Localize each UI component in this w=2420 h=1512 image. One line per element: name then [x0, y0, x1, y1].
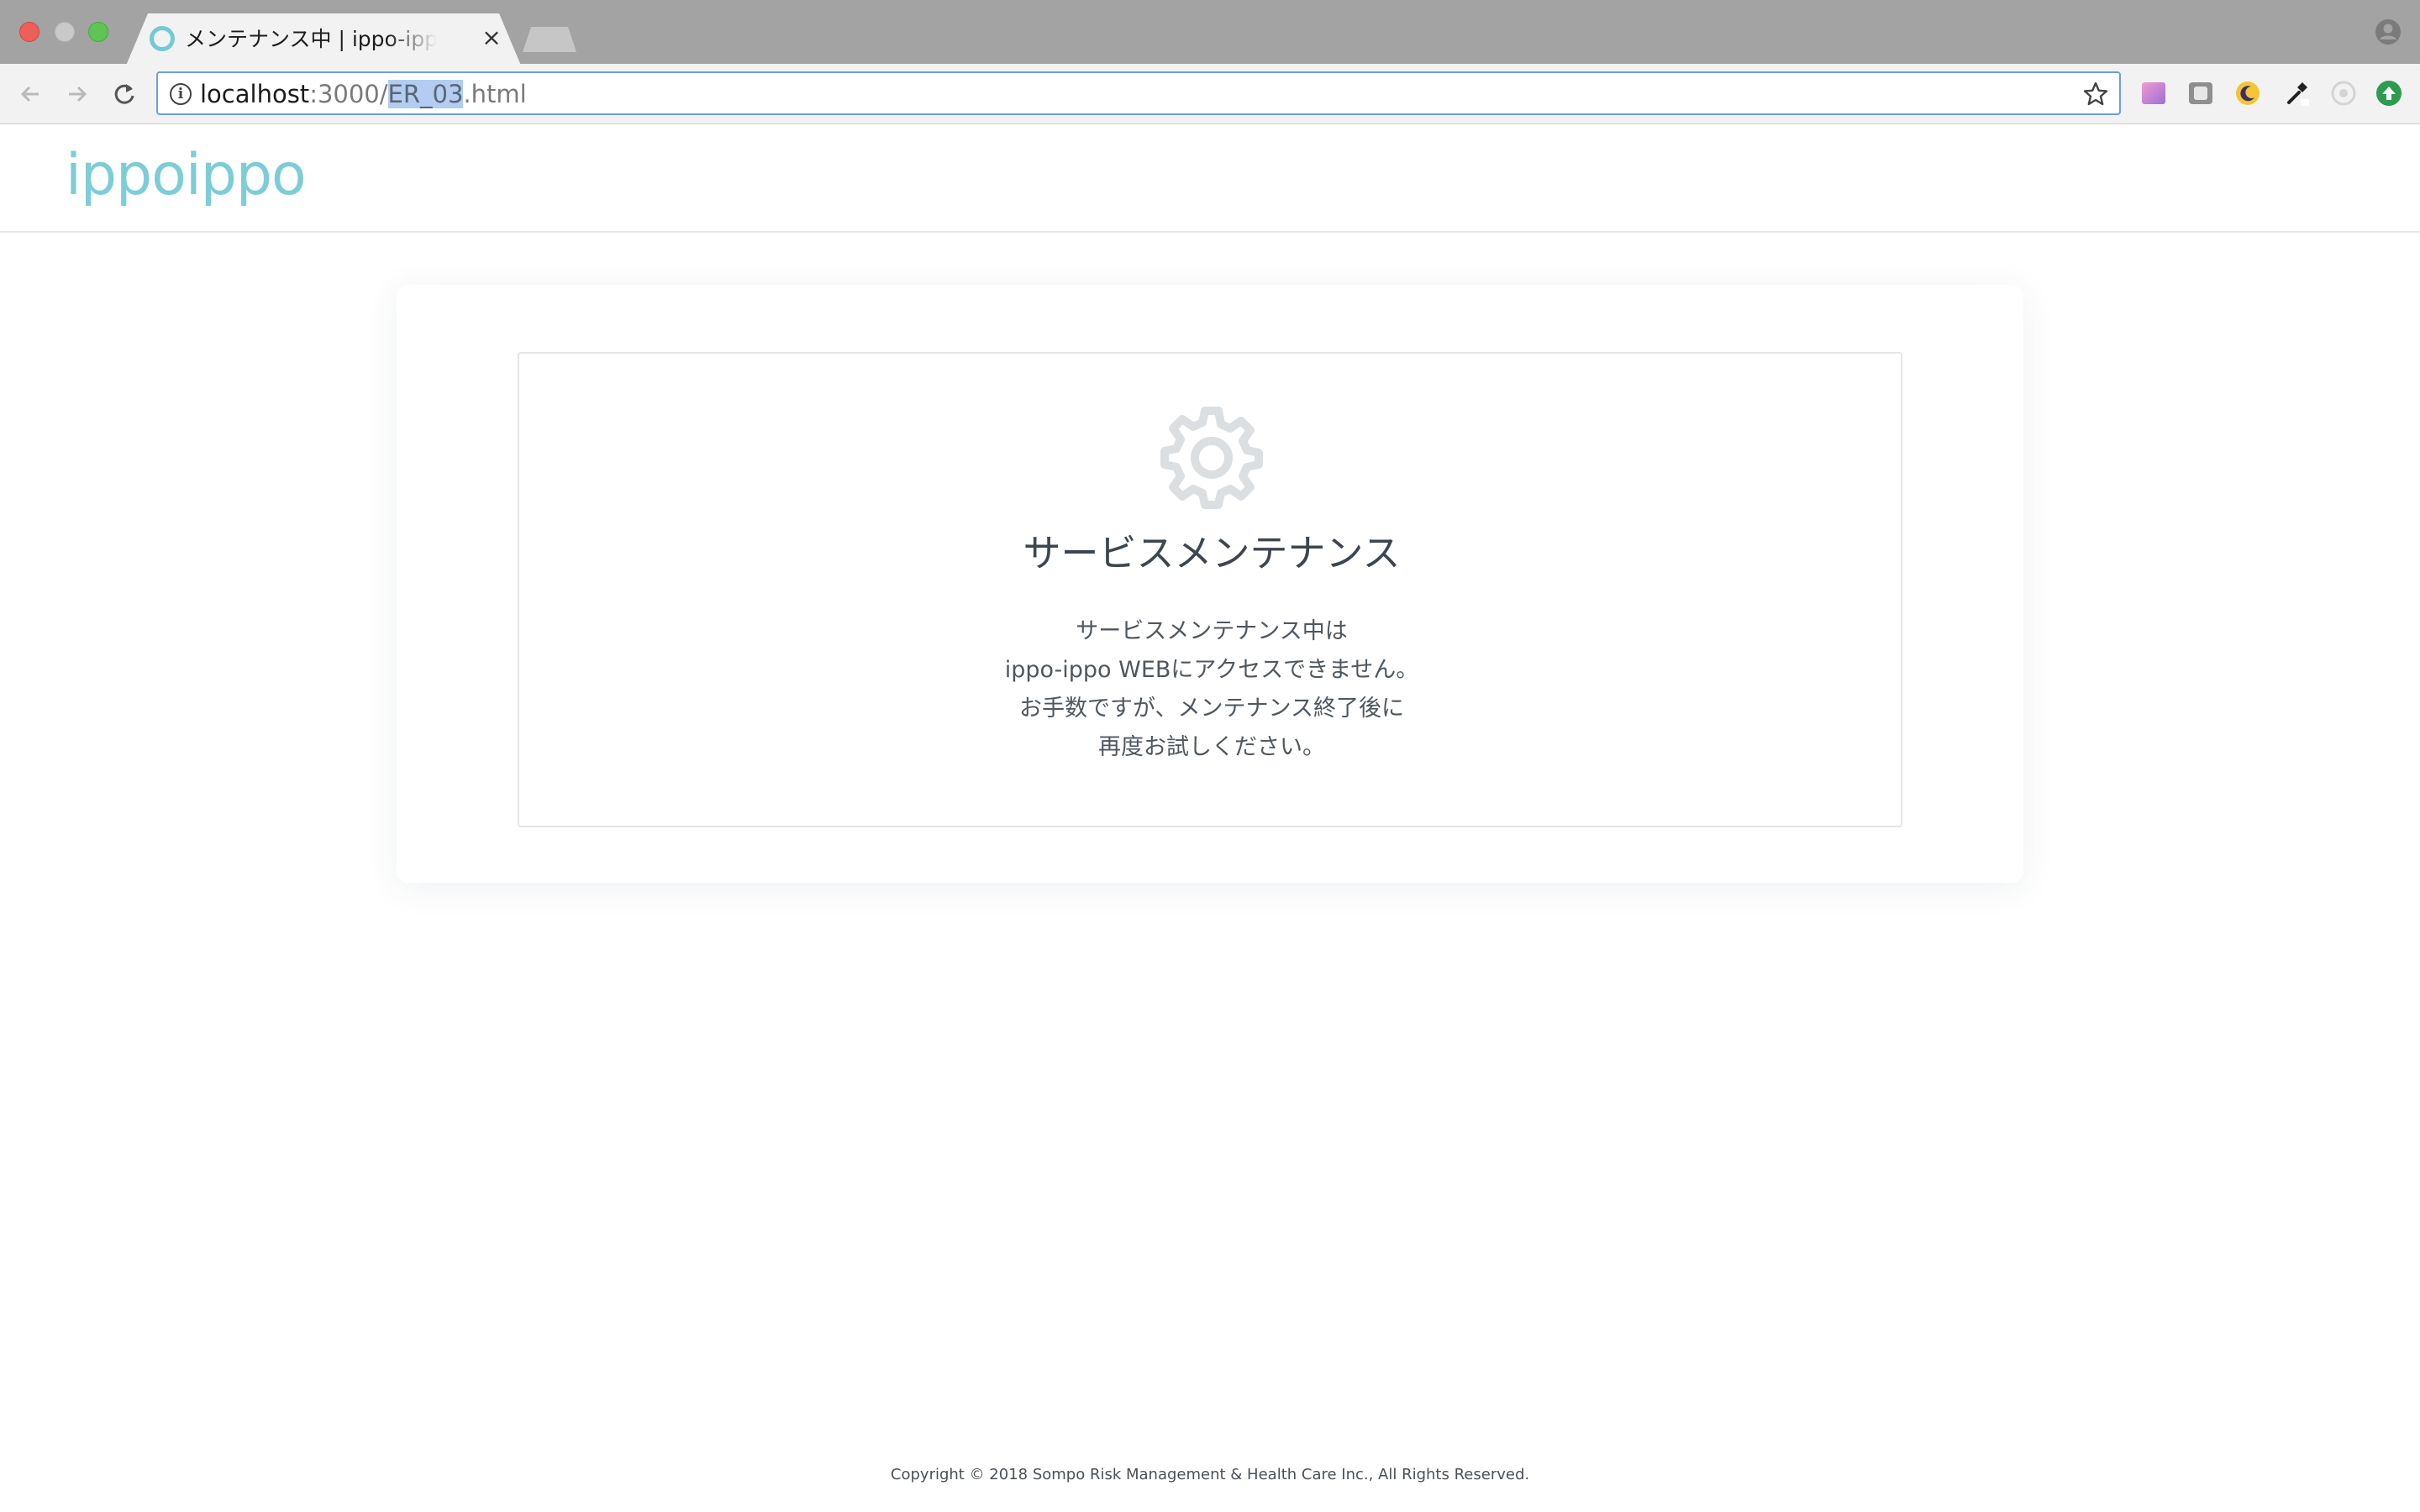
site-favicon-icon	[150, 26, 175, 51]
maintenance-heading: サービスメンテナンス	[1023, 531, 1401, 575]
window-minimize-button[interactable]	[55, 22, 75, 42]
tab-title: メンテナンス中 | ippo-ippo WEB	[185, 27, 437, 51]
site-header: ippoippo	[0, 124, 2420, 233]
message-line: 再度お試しください。	[1098, 734, 1325, 760]
gear-icon	[1160, 407, 1263, 509]
page-content: ippoippo サービスメンテナンス サービスメンテナンス中は ippo-ip…	[0, 124, 2420, 1512]
footer-copyright: Copyright © 2018 Sompo Risk Management &…	[890, 1466, 1530, 1483]
address-bar[interactable]: i localhost:3000/ER_03.html	[156, 71, 2121, 115]
message-line: ippo-ippo WEBにアクセスできません。	[1004, 657, 1419, 683]
browser-toolbar: i localhost:3000/ER_03.html	[0, 64, 2420, 124]
extension-gradient-icon[interactable]	[2139, 79, 2168, 108]
extension-moon-icon[interactable]	[2233, 79, 2262, 108]
url-host: localhost	[200, 80, 310, 108]
new-tab-button[interactable]	[523, 27, 576, 52]
browser-titlebar: メンテナンス中 | ippo-ippo WEB ×	[0, 0, 2420, 66]
back-arrow-icon[interactable]	[13, 77, 47, 111]
address-url[interactable]: localhost:3000/ER_03.html	[200, 79, 527, 109]
extension-upload-icon[interactable]	[2375, 79, 2403, 108]
eyedropper-icon[interactable]	[2282, 79, 2311, 108]
extension-disabled-icon[interactable]	[2329, 79, 2358, 108]
profile-icon[interactable]	[2375, 18, 2402, 45]
extension-window-icon[interactable]	[2186, 79, 2215, 108]
url-port-path: :3000/	[309, 80, 388, 108]
star-icon[interactable]	[2082, 81, 2109, 108]
reload-icon[interactable]	[108, 77, 141, 111]
url-selected-text: ER_03	[387, 80, 464, 108]
maintenance-message: サービスメンテナンス中は ippo-ippo WEBにアクセスできません。 お手…	[519, 612, 1904, 767]
message-line: サービスメンテナンス中は	[1076, 618, 1348, 644]
info-icon[interactable]: i	[170, 83, 192, 105]
url-rest: .html	[463, 80, 527, 108]
site-logo[interactable]: ippoippo	[66, 144, 309, 207]
tab-close-icon[interactable]: ×	[481, 25, 502, 50]
browser-tab-active[interactable]: メンテナンス中 | ippo-ippo WEB ×	[126, 13, 521, 66]
window-maximize-button[interactable]	[88, 22, 108, 42]
maintenance-panel: サービスメンテナンス サービスメンテナンス中は ippo-ippo WEBにアク…	[518, 352, 1902, 827]
message-line: お手数ですが、メンテナンス終了後に	[1019, 696, 1404, 722]
forward-arrow-icon[interactable]	[60, 77, 94, 111]
window-close-button[interactable]	[19, 22, 39, 42]
maintenance-card: サービスメンテナンス サービスメンテナンス中は ippo-ippo WEBにアク…	[397, 285, 2023, 883]
